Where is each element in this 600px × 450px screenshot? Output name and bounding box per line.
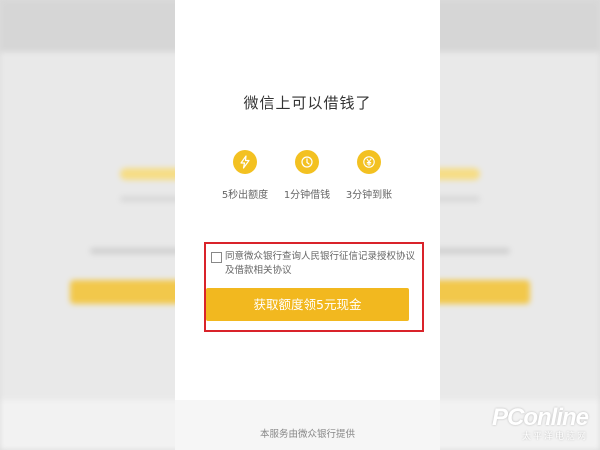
watermark-logo: PConline 太平洋电脑网: [491, 404, 589, 442]
feature-list: 5秒出额度 1分钟借钱 3分钟到账: [175, 150, 440, 210]
lightning-icon: [233, 150, 257, 174]
clock-icon: [295, 150, 319, 174]
feature-label: 5秒出额度: [221, 190, 269, 201]
feature-item: 3分钟到账: [334, 150, 404, 201]
watermark-brand: PConline: [491, 404, 589, 431]
feature-label: 3分钟到账: [345, 190, 393, 201]
feature-item: 5秒出额度: [210, 150, 280, 201]
yen-icon: [357, 150, 381, 174]
page-title: 微信上可以借钱了: [243, 94, 372, 112]
feature-label: 1分钟借钱: [283, 190, 331, 201]
footer-area: [175, 400, 440, 450]
highlight-box: [204, 242, 424, 332]
feature-item: 1分钟借钱: [272, 150, 342, 201]
loan-panel: 微信上可以借钱了 5秒出额度 1分钟借钱 3分钟到账 同意微众银行查询人民银行征…: [175, 0, 440, 450]
footer-text: 本服务由微众银行提供: [259, 429, 355, 440]
